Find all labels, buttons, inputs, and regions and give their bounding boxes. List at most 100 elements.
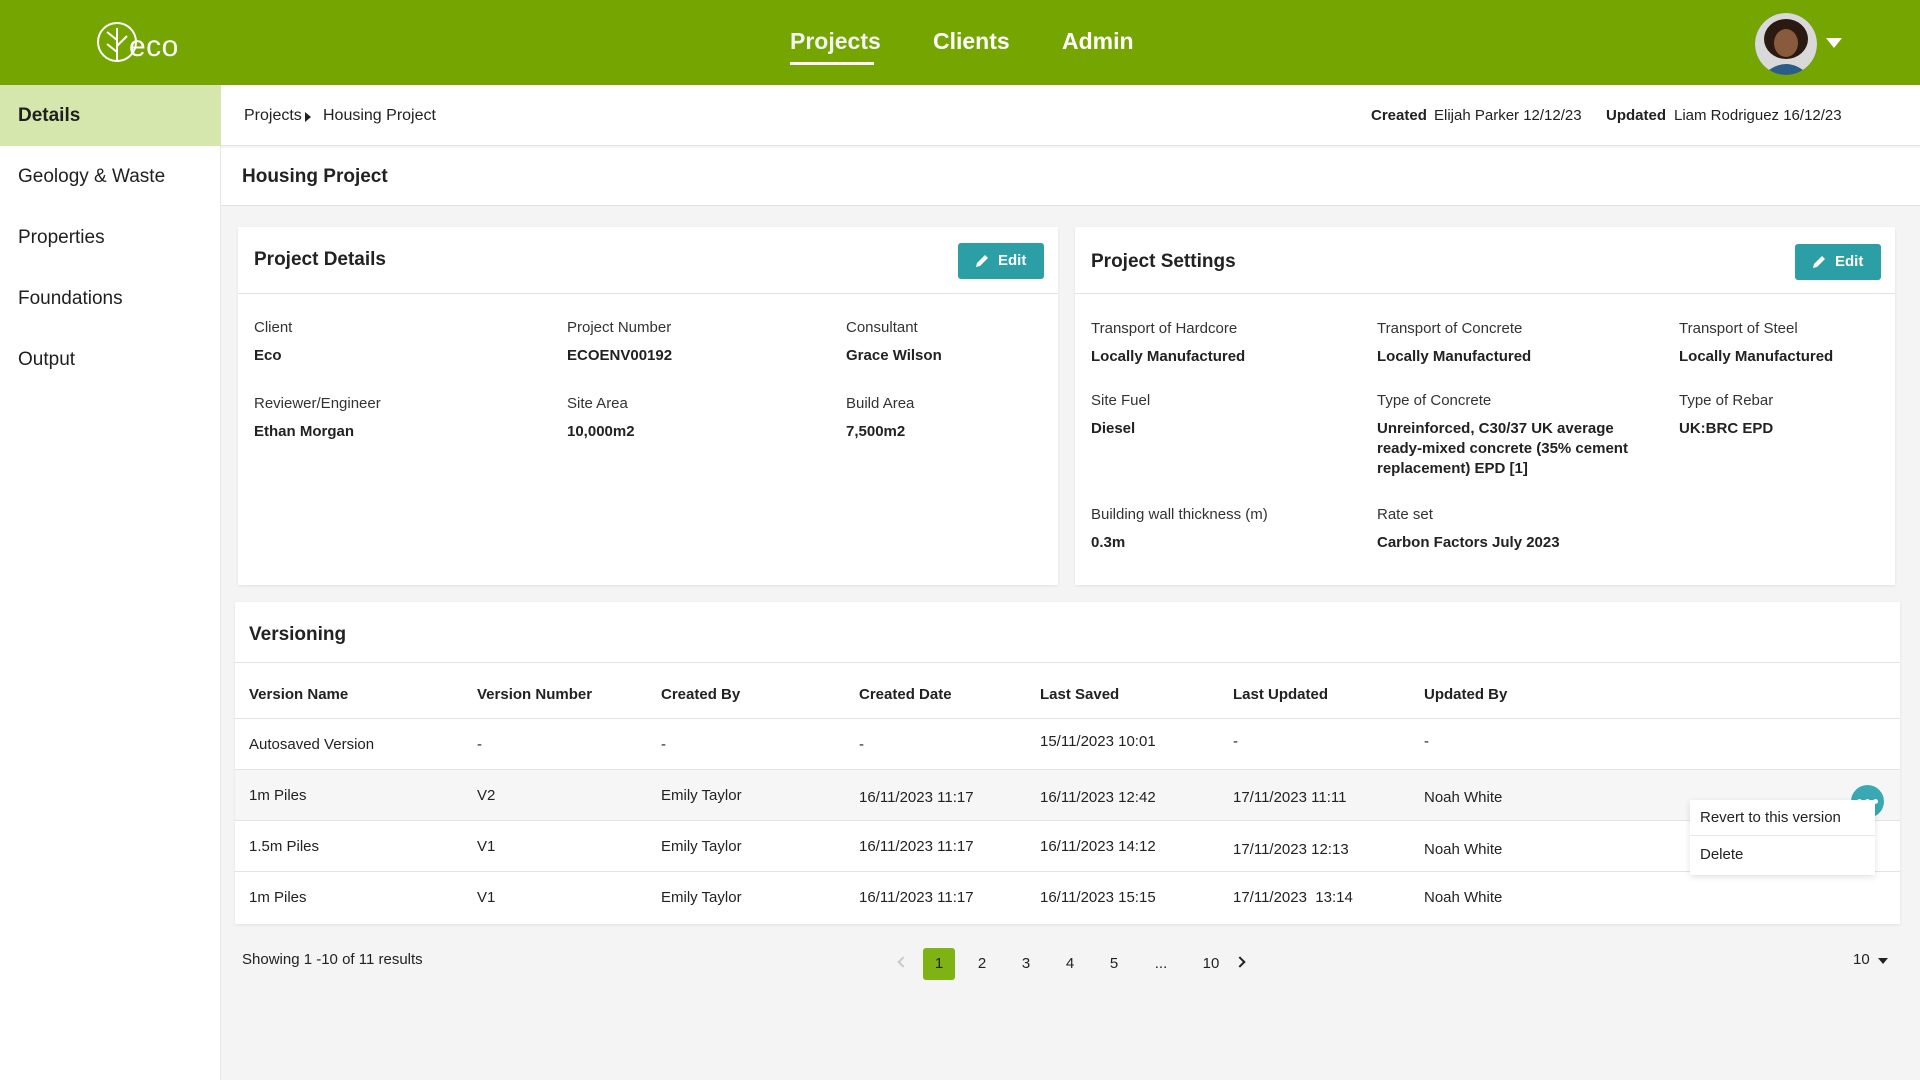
project-number-label: Project Number: [567, 319, 672, 336]
site-fuel-label: Site Fuel: [1091, 392, 1151, 409]
page-10[interactable]: 10: [1195, 948, 1227, 980]
breadcrumb-projects[interactable]: Projects: [244, 107, 302, 125]
build-area-label: Build Area: [846, 395, 915, 412]
cell-created-by: Emily Taylor: [661, 889, 742, 906]
menu-item-delete[interactable]: Delete: [1690, 837, 1875, 873]
user-menu-caret-icon[interactable]: [1826, 38, 1842, 48]
cell-last-updated: -: [1233, 733, 1238, 750]
updated-value: Liam Rodriguez 16/12/23: [1674, 107, 1842, 124]
nav-admin[interactable]: Admin: [1062, 28, 1134, 55]
cell-version-name: 1.5m Piles: [249, 838, 320, 855]
cell-last-updated: 17/11/2023 12:13: [1233, 841, 1349, 858]
client-label: Client: [254, 319, 293, 336]
cell-version-number: V1: [477, 838, 496, 855]
per-page-select[interactable]: 10: [1853, 951, 1870, 968]
page-title: Housing Project: [242, 166, 388, 187]
steel-label: Transport of Steel: [1679, 320, 1798, 337]
updated-label: Updated: [1606, 107, 1666, 124]
concrete-type-value: Unreinforced, C30/37 UK average ready-mi…: [1377, 419, 1667, 479]
project-details-edit-button[interactable]: Edit: [958, 243, 1044, 279]
cell-updated-by: -: [1424, 733, 1429, 750]
cell-created-date: 16/11/2023 11:17: [859, 789, 974, 806]
sidebar-item-details[interactable]: Details: [0, 85, 221, 146]
sidebar-item-output[interactable]: Output: [0, 329, 221, 390]
sidebar-item-foundations[interactable]: Foundations: [0, 268, 221, 329]
cell-created-by: Emily Taylor: [661, 787, 742, 804]
user-avatar[interactable]: [1755, 13, 1817, 75]
chevron-down-icon[interactable]: [1878, 958, 1888, 964]
column-header-last-updated[interactable]: Last Updated: [1233, 686, 1328, 703]
rebar-label: Type of Rebar: [1679, 392, 1774, 409]
column-header-updated-by[interactable]: Updated By: [1424, 686, 1507, 703]
breadcrumb: Projects Housing Project Created Elijah …: [221, 85, 1920, 146]
column-header-created-date[interactable]: Created Date: [859, 686, 952, 703]
table-row[interactable]: 1.5m Piles V1 Emily Taylor 16/11/2023 11…: [235, 820, 1900, 871]
table-row[interactable]: 1m Piles V1 Emily Taylor 16/11/2023 11:1…: [235, 871, 1900, 922]
concrete-type-line: replacement) EPD [1]: [1377, 460, 1528, 477]
column-header-last-saved[interactable]: Last Saved: [1040, 686, 1119, 703]
concrete-type-line: Unreinforced, C30/37 UK average: [1377, 420, 1614, 437]
reviewer-value: Ethan Morgan: [254, 423, 354, 440]
project-settings-edit-button[interactable]: Edit: [1795, 244, 1881, 280]
sidebar-item-properties[interactable]: Properties: [0, 207, 221, 268]
wall-thickness-label: Building wall thickness (m): [1091, 506, 1268, 523]
page-3[interactable]: 3: [1010, 948, 1042, 980]
cell-version-number: V2: [477, 787, 496, 804]
nav-projects[interactable]: Projects: [790, 28, 881, 55]
cell-last-updated: 17/11/2023 13:14: [1233, 889, 1353, 906]
column-header-version-number[interactable]: Version Number: [477, 686, 592, 703]
main-nav: Projects Clients Admin: [0, 0, 1920, 85]
cell-version-name: 1m Piles: [249, 889, 307, 906]
top-nav-bar: eco Projects Clients Admin: [0, 0, 1920, 85]
project-number-value: ECOENV00192: [567, 347, 673, 364]
page-5[interactable]: 5: [1098, 948, 1130, 980]
nav-clients[interactable]: Clients: [933, 28, 1010, 55]
avatar-image: [1755, 13, 1817, 75]
build-area-value: 7,500m2: [846, 423, 906, 440]
cell-version-name: Autosaved Version: [249, 736, 375, 753]
site-fuel-value: Diesel: [1091, 420, 1136, 437]
table-row[interactable]: Autosaved Version - - - 15/11/2023 10:01…: [235, 718, 1900, 769]
edit-label: Edit: [998, 252, 1027, 269]
sidebar-item-geology-waste[interactable]: Geology & Waste: [0, 146, 221, 207]
cell-updated-by: Noah White: [1424, 841, 1503, 858]
project-details-card: Project Details Edit Client Eco Project …: [238, 227, 1058, 585]
consultant-value: Grace Wilson: [846, 347, 942, 364]
cell-created-by: -: [661, 736, 666, 753]
cell-updated-by: Noah White: [1424, 789, 1503, 806]
reviewer-label: Reviewer/Engineer: [254, 395, 381, 412]
divider: [235, 662, 1900, 663]
next-page-icon[interactable]: [1234, 956, 1246, 968]
concrete-transport-value: Locally Manufactured: [1377, 348, 1532, 365]
rate-set-value: Carbon Factors July 2023: [1377, 534, 1560, 551]
project-details-title: Project Details: [254, 249, 386, 270]
project-settings-card: Project Settings Edit Transport of Hardc…: [1075, 227, 1895, 585]
client-value: Eco: [254, 347, 282, 364]
wall-thickness-value: 0.3m: [1091, 534, 1126, 551]
column-header-created-by[interactable]: Created By: [661, 686, 740, 703]
cell-version-number: -: [477, 736, 482, 753]
steel-value: Locally Manufactured: [1679, 348, 1834, 365]
cell-updated-by: Noah White: [1424, 889, 1503, 906]
page-1[interactable]: 1: [923, 948, 955, 980]
cell-created-date: 16/11/2023 11:17: [859, 889, 974, 906]
page-ellipsis: ...: [1154, 955, 1168, 972]
cell-last-saved: 16/11/2023 15:15: [1040, 889, 1156, 906]
cell-version-number: V1: [477, 889, 496, 906]
breadcrumb-arrow-icon: [305, 112, 311, 122]
concrete-type-line: ready-mixed concrete (35% cement: [1377, 440, 1628, 457]
hardcore-value: Locally Manufactured: [1091, 348, 1246, 365]
page-4[interactable]: 4: [1054, 948, 1086, 980]
menu-item-revert[interactable]: Revert to this version: [1690, 800, 1875, 836]
card-header: Project Settings Edit: [1075, 227, 1895, 294]
active-nav-indicator: [790, 62, 874, 65]
cell-last-saved: 16/11/2023 14:12: [1040, 838, 1156, 855]
prev-page-icon[interactable]: [897, 956, 909, 968]
column-header-version-name[interactable]: Version Name: [249, 686, 348, 703]
page-title-bar: Housing Project: [221, 148, 1920, 206]
created-label: Created: [1371, 107, 1427, 124]
project-settings-title: Project Settings: [1091, 251, 1236, 272]
row-actions-menu: Revert to this version Delete: [1690, 800, 1875, 875]
table-row[interactable]: 1m Piles V2 Emily Taylor 16/11/2023 11:1…: [235, 769, 1900, 820]
page-2[interactable]: 2: [966, 948, 998, 980]
